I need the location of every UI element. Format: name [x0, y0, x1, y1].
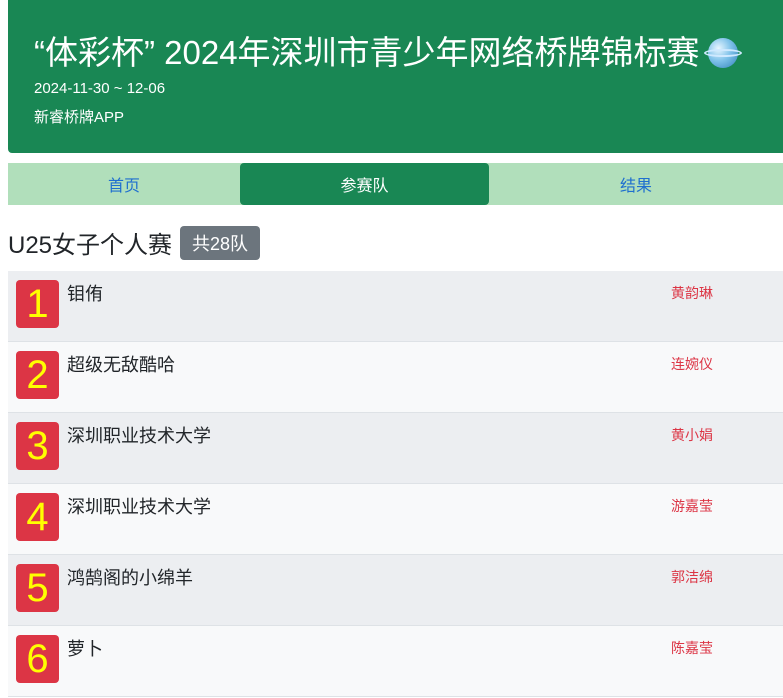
player-name[interactable]: 连婉仪 — [671, 354, 713, 374]
player-name[interactable]: 黄小娟 — [671, 425, 713, 445]
tab-teams[interactable]: 参赛队 — [240, 163, 489, 205]
player-name[interactable]: 黄韵琳 — [671, 283, 713, 303]
section-title-text: U25女子个人赛 — [8, 232, 173, 259]
team-row[interactable]: 3 深圳职业技术大学 黄小娟 — [8, 413, 783, 484]
team-count-badge: 共28队 — [180, 225, 261, 260]
rank-badge: 1 — [16, 280, 59, 328]
team-row[interactable]: 6 萝卜 陈嘉莹 — [8, 626, 783, 697]
event-dates: 2024-11-30 ~ 12-06 — [34, 80, 166, 97]
team-list: 1 钼侑 黄韵琳 2 超级无敌酷哈 连婉仪 3 深圳职业技术大学 黄小娟 4 深… — [8, 271, 783, 697]
team-name: 钼侑 — [67, 284, 103, 304]
team-row[interactable]: 1 钼侑 黄韵琳 — [8, 271, 783, 342]
team-name: 萝卜 — [67, 639, 103, 659]
player-name[interactable]: 陈嘉莹 — [671, 638, 713, 658]
team-name: 鸿鹄阁的小绵羊 — [67, 568, 193, 588]
rank-badge: 2 — [16, 351, 59, 399]
team-row[interactable]: 4 深圳职业技术大学 游嘉莹 — [8, 484, 783, 555]
player-name[interactable]: 郭洁绵 — [671, 567, 713, 587]
rank-badge: 6 — [16, 635, 59, 683]
rank-badge: 4 — [16, 493, 59, 541]
event-header: “体彩杯” 2024年深圳市青少年网络桥牌锦标赛 2024-11-30 ~ 12… — [8, 0, 783, 153]
section-title: U25女子个人赛 共28队 — [8, 225, 261, 260]
tab-home[interactable]: 首页 — [8, 163, 240, 205]
player-name[interactable]: 游嘉莹 — [671, 496, 713, 516]
globe-icon — [703, 38, 742, 68]
rank-badge: 5 — [16, 564, 59, 612]
team-name: 深圳职业技术大学 — [67, 497, 211, 517]
team-name: 超级无敌酷哈 — [67, 355, 175, 375]
team-name: 深圳职业技术大学 — [67, 426, 211, 446]
event-title: “体彩杯” 2024年深圳市青少年网络桥牌锦标赛 — [34, 26, 742, 74]
team-row[interactable]: 2 超级无敌酷哈 连婉仪 — [8, 342, 783, 413]
rank-badge: 3 — [16, 422, 59, 470]
event-organizer: 新睿桥牌APP — [34, 109, 125, 126]
nav-tabs: 首页 参赛队 结果 — [8, 163, 783, 205]
tab-results[interactable]: 结果 — [489, 163, 783, 205]
team-row[interactable]: 5 鸿鹄阁的小绵羊 郭洁绵 — [8, 555, 783, 626]
event-title-text: “体彩杯” 2024年深圳市青少年网络桥牌锦标赛 — [34, 34, 700, 71]
